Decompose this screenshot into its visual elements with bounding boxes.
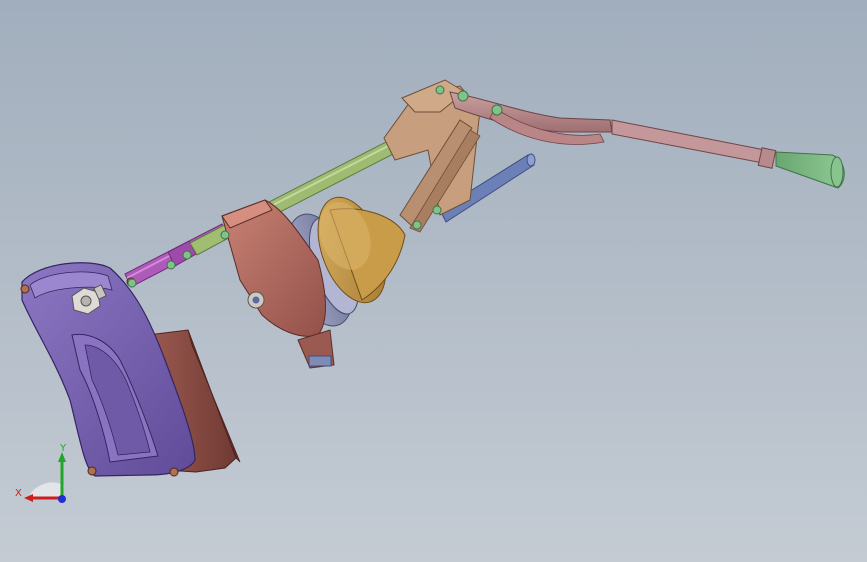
x-axis-head [24,494,33,502]
shift-lever[interactable] [449,91,777,169]
x-axis-label: X [15,488,22,499]
y-axis-label: Y [59,443,67,454]
assembly-model[interactable] [0,0,867,562]
orientation-triad: Y X [15,443,67,503]
knob[interactable] [775,151,845,189]
z-axis-dot [58,495,66,503]
graphics-viewport[interactable]: Y X [0,0,867,562]
triad-backdrop [28,482,64,498]
